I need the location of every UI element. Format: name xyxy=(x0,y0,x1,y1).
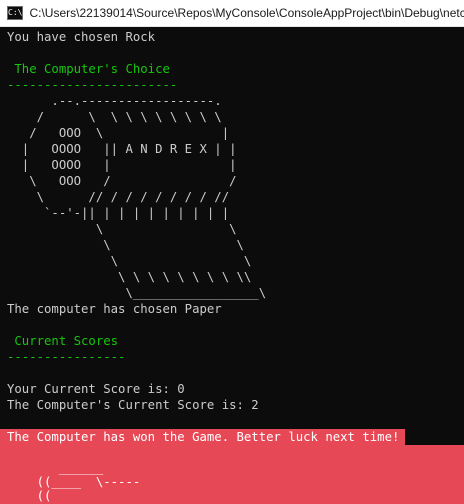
paper-art-line: \ \ \ \ \ \ \ \ \\ xyxy=(7,270,252,284)
paper-art-line: \ // / / / / / / / // xyxy=(7,190,230,204)
paper-art-line: .--.------------------. xyxy=(7,94,222,108)
computer-result-line: The computer has chosen Paper xyxy=(7,302,222,316)
paper-art-line: / OOO \ | xyxy=(7,126,230,140)
computer-choice-heading: The Computer's Choice xyxy=(7,62,170,76)
player-choice-line: You have chosen Rock xyxy=(7,30,156,44)
paper-art-line: \ \ xyxy=(7,238,244,252)
bottom-ascii-art: ______ ((____ \----- (( ---- xyxy=(7,461,141,504)
title-bar[interactable]: C:\ C:\Users\22139014\Source\Repos\MyCon… xyxy=(0,0,464,27)
paper-art-line: / \ \ \ \ \ \ \ \ \ xyxy=(7,110,222,124)
paper-art-line: \ \ xyxy=(7,222,237,236)
console-output: You have chosen Rock The Computer's Choi… xyxy=(7,29,266,413)
paper-art-line: `--'-|| | | | | | | | | | xyxy=(7,206,230,220)
paper-art-line: \ OOO / / xyxy=(7,174,237,188)
scores-heading: Current Scores xyxy=(7,334,119,348)
paper-art-line: | OOOO || A N D R E X | | xyxy=(7,142,237,156)
bottom-art-line: ((____ \----- xyxy=(7,475,141,489)
bottom-art-line: (( xyxy=(7,489,52,503)
scores-rule: ---------------- xyxy=(7,350,126,364)
console-window: C:\ C:\Users\22139014\Source\Repos\MyCon… xyxy=(0,0,464,504)
window-title: C:\Users\22139014\Source\Repos\MyConsole… xyxy=(29,6,464,20)
paper-art-line: \_________________\ xyxy=(7,286,267,300)
console-app-icon[interactable]: C:\ xyxy=(7,6,24,20)
computer-score-line: The Computer's Current Score is: 2 xyxy=(7,398,259,412)
paper-art-line: | OOOO | | xyxy=(7,158,237,172)
bottom-art-line: ______ xyxy=(7,461,104,475)
player-score-line: Your Current Score is: 0 xyxy=(7,382,185,396)
computer-choice-rule: ----------------------- xyxy=(7,78,178,92)
game-over-message: The Computer has won the Game. Better lu… xyxy=(0,429,406,445)
paper-art-line: \ \ xyxy=(7,254,252,268)
